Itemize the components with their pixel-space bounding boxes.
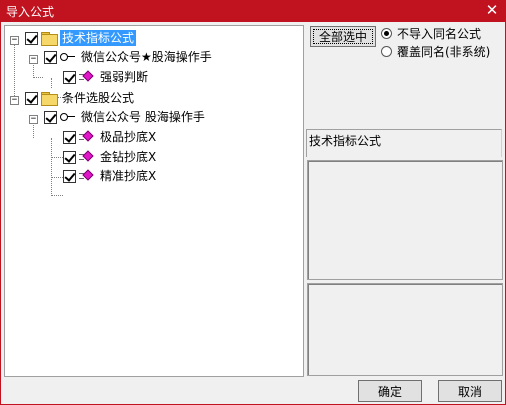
tree-formula-label: 极品抄底X [100,130,157,144]
key-icon [60,52,76,62]
radio-overwrite-duplicates[interactable]: 覆盖同名(非系统) [381,43,490,59]
collapse-icon[interactable]: − [10,36,19,45]
tree-group-label: 条件选股公式 [62,91,135,105]
tree-line [51,138,52,196]
tree-line [51,78,52,88]
radio-label: 覆盖同名(非系统) [397,44,491,59]
tree-formula-item[interactable]: 极品抄底X [63,128,158,146]
collapse-icon[interactable]: − [29,115,38,124]
formula-detail-panel [307,283,503,376]
checkbox-checked-icon[interactable] [44,50,57,64]
formula-icon [79,150,95,163]
tree-line [51,177,63,178]
folder-icon [41,32,58,46]
formula-icon [79,130,95,143]
close-icon[interactable]: ✕ [484,1,500,19]
key-icon [60,112,76,122]
collapse-icon[interactable]: − [29,55,38,64]
dialog-body: − 技术指标公式 − 微信公众号★股海操作手 强弱判断 − 条件选股公式 − 微… [0,22,506,405]
tree-formula-item[interactable]: 金钻抄底X [63,148,158,166]
tree-author-label: 微信公众号★股海操作手 [81,50,212,64]
collapse-icon[interactable]: − [10,96,19,105]
ok-button[interactable]: 确定 [358,380,422,402]
checkbox-checked-icon[interactable] [25,91,38,105]
tree-formula-item[interactable]: 强弱判断 [63,68,150,86]
checkbox-checked-icon[interactable] [25,31,38,45]
checkbox-checked-icon[interactable] [63,150,76,164]
tree-line [14,40,15,96]
tree-line [51,195,63,196]
radio-selected-icon[interactable] [381,27,392,39]
tree-author-label: 微信公众号 股海操作手 [81,110,205,124]
tree-author-node[interactable]: 微信公众号★股海操作手 [44,48,214,66]
window-title: 导入公式 [6,5,55,19]
checkbox-checked-icon[interactable] [44,110,57,124]
tree-formula-label: 金钻抄底X [100,150,157,164]
tree-line [33,77,43,78]
tree-group-label: 技术指标公式 [60,30,137,46]
title-bar: 导入公式 ✕ [0,0,506,22]
tree-group-technical[interactable]: 技术指标公式 [25,29,137,47]
checkbox-checked-icon[interactable] [63,130,76,144]
radio-skip-duplicates[interactable]: 不导入同名公式 [381,25,481,41]
tree-formula-label: 强弱判断 [100,70,149,84]
formula-icon [79,169,95,182]
folder-icon [41,92,58,106]
formula-tree[interactable]: − 技术指标公式 − 微信公众号★股海操作手 强弱判断 − 条件选股公式 − 微… [4,25,304,377]
radio-unselected-icon[interactable] [381,45,392,57]
tree-formula-label: 精准抄底X [100,169,157,183]
formula-type-caption: 技术指标公式 [306,129,502,157]
checkbox-checked-icon[interactable] [63,169,76,183]
tree-formula-item[interactable]: 精准抄底X [63,167,158,185]
radio-label: 不导入同名公式 [397,26,482,41]
tree-author-node[interactable]: 微信公众号 股海操作手 [44,108,207,126]
formula-icon [79,70,95,83]
tree-group-screening[interactable]: 条件选股公式 [25,89,136,107]
cancel-button[interactable]: 取消 [438,380,502,402]
select-all-button[interactable]: 全部选中 [310,26,376,47]
formula-description-panel [307,160,503,280]
tree-line [51,157,63,158]
checkbox-checked-icon[interactable] [63,70,76,84]
